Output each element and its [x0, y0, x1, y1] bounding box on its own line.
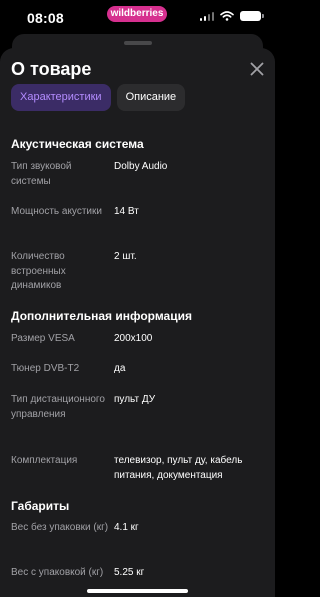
spec-label: Вес с упаковкой (кг) [11, 567, 104, 578]
spec-value: да [114, 363, 126, 374]
spec-value: 5.25 кг [114, 567, 145, 578]
home-indicator[interactable] [87, 589, 188, 593]
tab-description[interactable]: Описание [116, 84, 186, 111]
section-title-acoustics: Акустическая система [11, 137, 144, 151]
spec-label: Вес без упаковки (кг) [11, 522, 109, 533]
spec-label: Тюнер DVB-T2 [11, 363, 80, 374]
drag-handle[interactable] [124, 41, 152, 45]
spec-value: 14 Вт [114, 206, 139, 217]
tabs: Характеристики Описание [11, 84, 186, 111]
spec-value: 200x100 [114, 333, 153, 344]
sheet-title: О товаре [11, 59, 92, 79]
status-icons [199, 11, 264, 21]
spec-label: Комплектация [11, 455, 78, 466]
spec-label: Тип звуковой системы [11, 161, 72, 187]
cellular-signal-icon [199, 11, 214, 21]
spec-label: Количество встроенных динамиков [11, 251, 66, 291]
status-time: 08:08 [27, 10, 64, 26]
spec-value: пульт ДУ [114, 394, 156, 405]
close-icon[interactable] [246, 58, 268, 80]
spec-value: 4.1 кг [114, 522, 139, 533]
spec-value: Dolby Audio [114, 161, 168, 172]
spec-label: Тип дистанционного управления [11, 394, 105, 420]
tab-characteristics[interactable]: Характеристики [11, 84, 111, 111]
status-bar: 08:08 wildberries [0, 0, 275, 36]
spec-label: Мощность акустики [11, 206, 102, 217]
brand-badge[interactable]: wildberries [107, 6, 167, 22]
spec-label: Размер VESA [11, 333, 75, 344]
wifi-icon [220, 11, 234, 21]
spec-value: 2 шт. [114, 251, 137, 262]
section-title-dimensions: Габариты [11, 499, 70, 513]
section-title-additional: Дополнительная информация [11, 309, 192, 323]
spec-value: телевизор, пульт ду, кабель питания, док… [114, 455, 243, 481]
product-info-sheet: О товаре Характеристики Описание Акустич… [0, 48, 275, 597]
battery-icon [240, 11, 264, 21]
